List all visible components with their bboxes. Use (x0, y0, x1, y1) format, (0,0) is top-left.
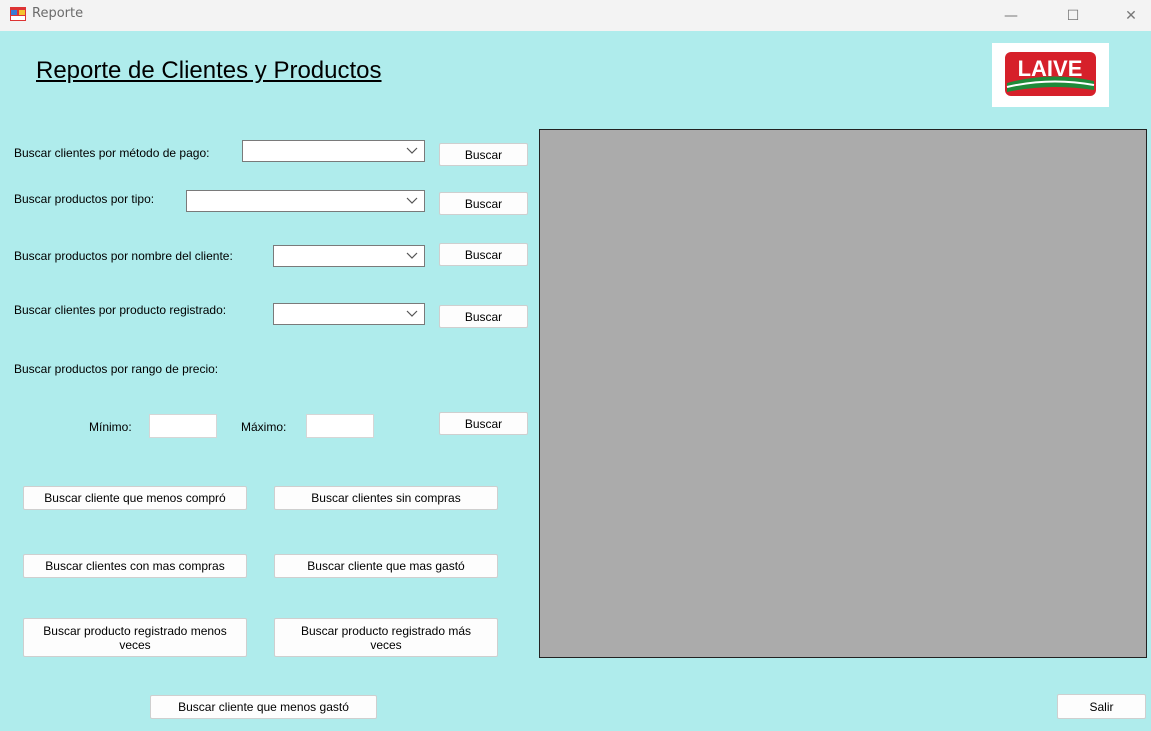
buscar-metodo-pago-button[interactable]: Buscar (439, 143, 528, 166)
close-icon: ✕ (1125, 7, 1137, 24)
tipo-label: Buscar productos por tipo: (14, 192, 155, 206)
logo-text: LAIVE (1018, 56, 1083, 81)
minimize-button[interactable]: — (988, 0, 1034, 31)
minimize-icon: — (1004, 7, 1018, 24)
laive-logo-graphic: LAIVE (1005, 52, 1096, 96)
results-grid[interactable] (539, 129, 1147, 658)
metodo-pago-label: Buscar clientes por método de pago: (14, 146, 210, 160)
maximize-button[interactable]: ☐ (1050, 0, 1096, 31)
salir-button[interactable]: Salir (1057, 694, 1146, 719)
window-title: Reporte (32, 6, 84, 21)
maximo-label: Máximo: (241, 420, 287, 434)
buscar-producto-registrado-button[interactable]: Buscar (439, 305, 528, 328)
tipo-select[interactable] (186, 190, 425, 212)
chevron-down-icon (406, 197, 418, 204)
nombre-cliente-select[interactable] (273, 245, 425, 267)
maximize-icon: ☐ (1066, 7, 1080, 24)
chevron-down-icon (406, 310, 418, 317)
mas-gasto-button[interactable]: Buscar cliente que mas gastó (274, 554, 498, 578)
sin-compras-button[interactable]: Buscar clientes sin compras (274, 486, 498, 510)
buscar-rango-precio-button[interactable]: Buscar (439, 412, 528, 435)
window-titlebar: Reporte — ☐ ✕ (0, 0, 1151, 31)
minimo-label: Mínimo: (89, 420, 132, 434)
maximo-input[interactable] (306, 414, 374, 438)
nombre-cliente-label: Buscar productos por nombre del cliente: (14, 249, 233, 263)
buscar-nombre-cliente-button[interactable]: Buscar (439, 243, 528, 266)
laive-logo: LAIVE (992, 43, 1109, 107)
mas-veces-button[interactable]: Buscar producto registrado más veces (274, 618, 498, 657)
app-icon (10, 7, 26, 21)
menos-gasto-button[interactable]: Buscar cliente que menos gastó (150, 695, 377, 719)
chevron-down-icon (406, 147, 418, 154)
close-button[interactable]: ✕ (1108, 0, 1151, 31)
producto-registrado-select[interactable] (273, 303, 425, 325)
rango-precio-label: Buscar productos por rango de precio: (14, 362, 219, 376)
chevron-down-icon (406, 252, 418, 259)
buscar-tipo-button[interactable]: Buscar (439, 192, 528, 215)
mas-compras-button[interactable]: Buscar clientes con mas compras (23, 554, 247, 578)
menos-compro-button[interactable]: Buscar cliente que menos compró (23, 486, 247, 510)
minimo-input[interactable] (149, 414, 217, 438)
menos-veces-button[interactable]: Buscar producto registrado menos veces (23, 618, 247, 657)
metodo-pago-select[interactable] (242, 140, 425, 162)
page-title: Reporte de Clientes y Productos (36, 57, 382, 84)
producto-registrado-label: Buscar clientes por producto registrado: (14, 303, 227, 317)
